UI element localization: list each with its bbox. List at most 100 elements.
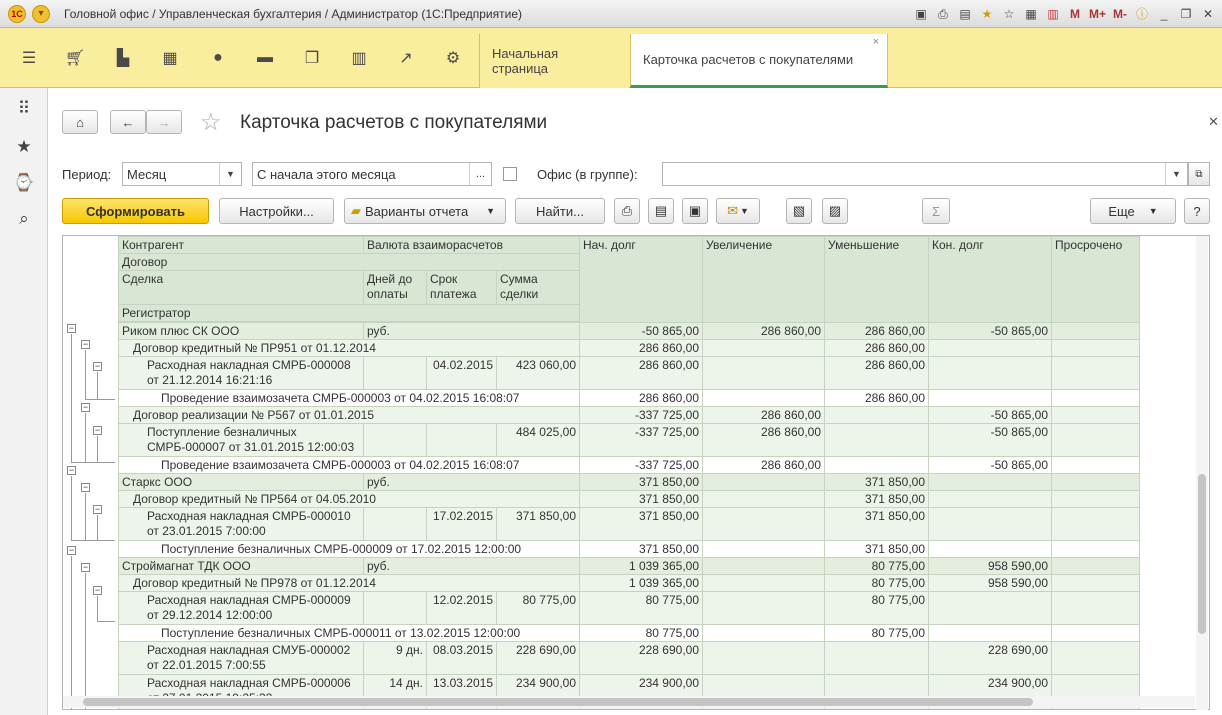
table-row[interactable]: Поступление безналичных СМРБ-000009 от 1… bbox=[117, 540, 1142, 558]
currency-cell: руб. bbox=[362, 322, 581, 340]
send-mail-button[interactable]: ✉ ▼ bbox=[716, 198, 760, 224]
print-icon[interactable]: ⎙ bbox=[935, 6, 951, 22]
table-row[interactable]: Поступление безналичных СМРБ-000007 от 3… bbox=[118, 423, 1142, 457]
end-debt-cell: 958 590,00 bbox=[928, 557, 1053, 575]
tab-settlement-card[interactable]: Карточка расчетов с покупателями × bbox=[630, 34, 888, 88]
table-row[interactable]: Расходная накладная СМРБ-000008 от 21.12… bbox=[118, 356, 1142, 390]
table-row[interactable]: Проведение взаимозачета СМРБ-000003 от 0… bbox=[117, 456, 1142, 474]
main-menu-button[interactable]: ▾ bbox=[32, 5, 50, 23]
days-cell: 9 дн. bbox=[363, 641, 427, 675]
find-button[interactable]: Найти... bbox=[515, 198, 605, 224]
form-title: Карточка расчетов с покупателями bbox=[240, 112, 548, 133]
table-row[interactable]: Расходная накладная СМРБ-000009 от 29.12… bbox=[118, 591, 1142, 625]
report-spreadsheet[interactable]: − − − − − − − − − − − Контрагент Валюта … bbox=[62, 235, 1210, 710]
overdue-cell bbox=[1051, 322, 1141, 340]
apps-icon[interactable]: ⠿ bbox=[0, 94, 48, 124]
back-button[interactable]: ← bbox=[110, 110, 146, 134]
ruble-icon[interactable]: ● bbox=[195, 28, 241, 88]
collapse-toggle[interactable]: − bbox=[93, 426, 102, 435]
gear-icon[interactable]: ⚙ bbox=[430, 28, 476, 88]
forward-button[interactable]: → bbox=[146, 110, 182, 134]
settings-button[interactable]: Настройки... bbox=[219, 198, 334, 224]
collapse-toggle[interactable]: − bbox=[81, 563, 90, 572]
cart-icon[interactable]: 🛒︎ bbox=[52, 28, 98, 88]
scroll-thumb[interactable] bbox=[83, 698, 1033, 706]
save-icon[interactable]: ▣ bbox=[682, 198, 708, 224]
collapse-toggle[interactable]: − bbox=[93, 362, 102, 371]
vertical-scrollbar[interactable] bbox=[1196, 236, 1208, 710]
table-row[interactable]: Договор реализации № Р567 от 01.01.2015-… bbox=[117, 406, 1142, 424]
restore-icon[interactable]: ❐ bbox=[1178, 6, 1194, 22]
collapse-toggle[interactable]: − bbox=[93, 505, 102, 514]
tab-home-page[interactable]: Начальная страница bbox=[479, 34, 629, 88]
grid-icon[interactable]: ▦ bbox=[147, 28, 193, 88]
truck-icon[interactable]: ▬ bbox=[242, 28, 288, 88]
collapse-toggle[interactable]: − bbox=[81, 403, 90, 412]
table-row[interactable]: Договор кредитный № ПР978 от 01.12.2014 1… bbox=[117, 574, 1142, 592]
period-value-field[interactable]: С начала этого месяца ... bbox=[252, 162, 492, 186]
home-button[interactable]: ⌂ bbox=[62, 110, 98, 134]
collapse-toggle[interactable]: − bbox=[93, 586, 102, 595]
table-row[interactable]: Договор кредитный № ПР564 от 04.05.2010 3… bbox=[117, 490, 1142, 508]
header-registrar: Регистратор bbox=[117, 304, 581, 322]
favorite-star-icon[interactable]: ☆ bbox=[200, 108, 222, 137]
trend-icon[interactable]: ↗ bbox=[383, 28, 429, 88]
sum-button[interactable]: Σ bbox=[922, 198, 950, 224]
memory-m-button[interactable]: M bbox=[1067, 6, 1083, 22]
scroll-thumb[interactable] bbox=[1198, 474, 1206, 634]
table-row[interactable]: Расходная накладная СМУБ-000002 от 22.01… bbox=[118, 641, 1142, 675]
help-button[interactable]: ? bbox=[1184, 198, 1210, 224]
calculator-icon[interactable]: ▦ bbox=[1023, 6, 1039, 22]
end-debt-cell bbox=[928, 540, 1053, 558]
close-icon[interactable]: ✕ bbox=[1200, 6, 1216, 22]
docs-icon[interactable]: ❐ bbox=[289, 28, 335, 88]
table-row[interactable]: Договор кредитный № ПР951 от 01.12.2014 2… bbox=[117, 339, 1142, 357]
dropdown-arrow-icon[interactable]: ▼ bbox=[219, 163, 241, 185]
open-office-button[interactable]: ⧉ bbox=[1188, 162, 1210, 186]
preview-icon[interactable]: ▤ bbox=[648, 198, 674, 224]
collapse-toggle[interactable]: − bbox=[81, 483, 90, 492]
office-select[interactable]: ▼ bbox=[662, 162, 1188, 186]
close-form-icon[interactable]: ✕ bbox=[1208, 114, 1219, 130]
star-add-icon[interactable]: ★ bbox=[979, 6, 995, 22]
start-debt-cell: -337 725,00 bbox=[579, 423, 704, 457]
table-row[interactable]: Проведение взаимозачета СМРБ-000003 от 0… bbox=[117, 389, 1142, 407]
document-copy-icon[interactable]: ▨ bbox=[822, 198, 848, 224]
favorites-icon[interactable]: ★ bbox=[0, 132, 48, 162]
table-row[interactable]: Строймагнат ТДК ООО руб. 1 039 365,00 80 77… bbox=[118, 557, 1142, 575]
period-select-button[interactable]: ... bbox=[469, 163, 491, 185]
preview-icon[interactable]: ▤ bbox=[957, 6, 973, 22]
period-type-select[interactable]: Месяц ▼ bbox=[122, 162, 242, 186]
dropdown-arrow-icon[interactable]: ▼ bbox=[1165, 163, 1187, 185]
collapse-toggle[interactable]: − bbox=[67, 546, 76, 555]
memory-m-minus-button[interactable]: M- bbox=[1112, 6, 1128, 22]
minimize-icon[interactable]: _ bbox=[1156, 6, 1172, 22]
close-tab-icon[interactable]: × bbox=[873, 36, 879, 48]
collapse-toggle[interactable]: − bbox=[67, 466, 76, 475]
history-icon[interactable]: ⌚ bbox=[0, 168, 48, 198]
info-icon[interactable]: ⓘ bbox=[1134, 6, 1150, 22]
contract-cell: Договор кредитный № ПР564 от 04.05.2010 bbox=[117, 490, 581, 508]
bag-icon[interactable]: ▙ bbox=[100, 28, 146, 88]
report-variants-button[interactable]: ▰ Варианты отчета ▼ bbox=[344, 198, 506, 224]
office-checkbox[interactable] bbox=[503, 167, 517, 181]
table-row[interactable]: Старкс ООО руб. 371 850,00 371 850,00 bbox=[118, 473, 1142, 491]
search-icon[interactable]: ⌕ bbox=[0, 204, 48, 234]
generate-button[interactable]: Сформировать bbox=[62, 198, 209, 224]
collapse-toggle[interactable]: − bbox=[67, 324, 76, 333]
bar-chart-icon[interactable]: ▥ bbox=[336, 28, 382, 88]
tab-label: Карточка расчетов с покупателями bbox=[643, 52, 854, 67]
table-row[interactable]: Расходная накладная СМРБ-000010 от 23.01… bbox=[118, 507, 1142, 541]
collapse-toggle[interactable]: − bbox=[81, 340, 90, 349]
menu-icon[interactable]: ☰ bbox=[6, 28, 52, 88]
calendar-icon[interactable]: ▥ bbox=[1045, 6, 1061, 22]
print-icon[interactable]: ⎙ bbox=[614, 198, 640, 224]
table-row[interactable]: Поступление безналичных СМРБ-000011 от 1… bbox=[117, 624, 1142, 642]
star-icon[interactable]: ☆ bbox=[1001, 6, 1017, 22]
horizontal-scrollbar[interactable] bbox=[63, 696, 1195, 708]
more-button[interactable]: Еще ▼ bbox=[1090, 198, 1176, 224]
memory-m-plus-button[interactable]: M+ bbox=[1089, 6, 1106, 22]
document-settings-icon[interactable]: ▧ bbox=[786, 198, 812, 224]
table-row[interactable]: Риком плюс СК ООО руб. -50 865,00 286 860,0… bbox=[118, 322, 1142, 340]
save-icon[interactable]: ▣ bbox=[913, 6, 929, 22]
